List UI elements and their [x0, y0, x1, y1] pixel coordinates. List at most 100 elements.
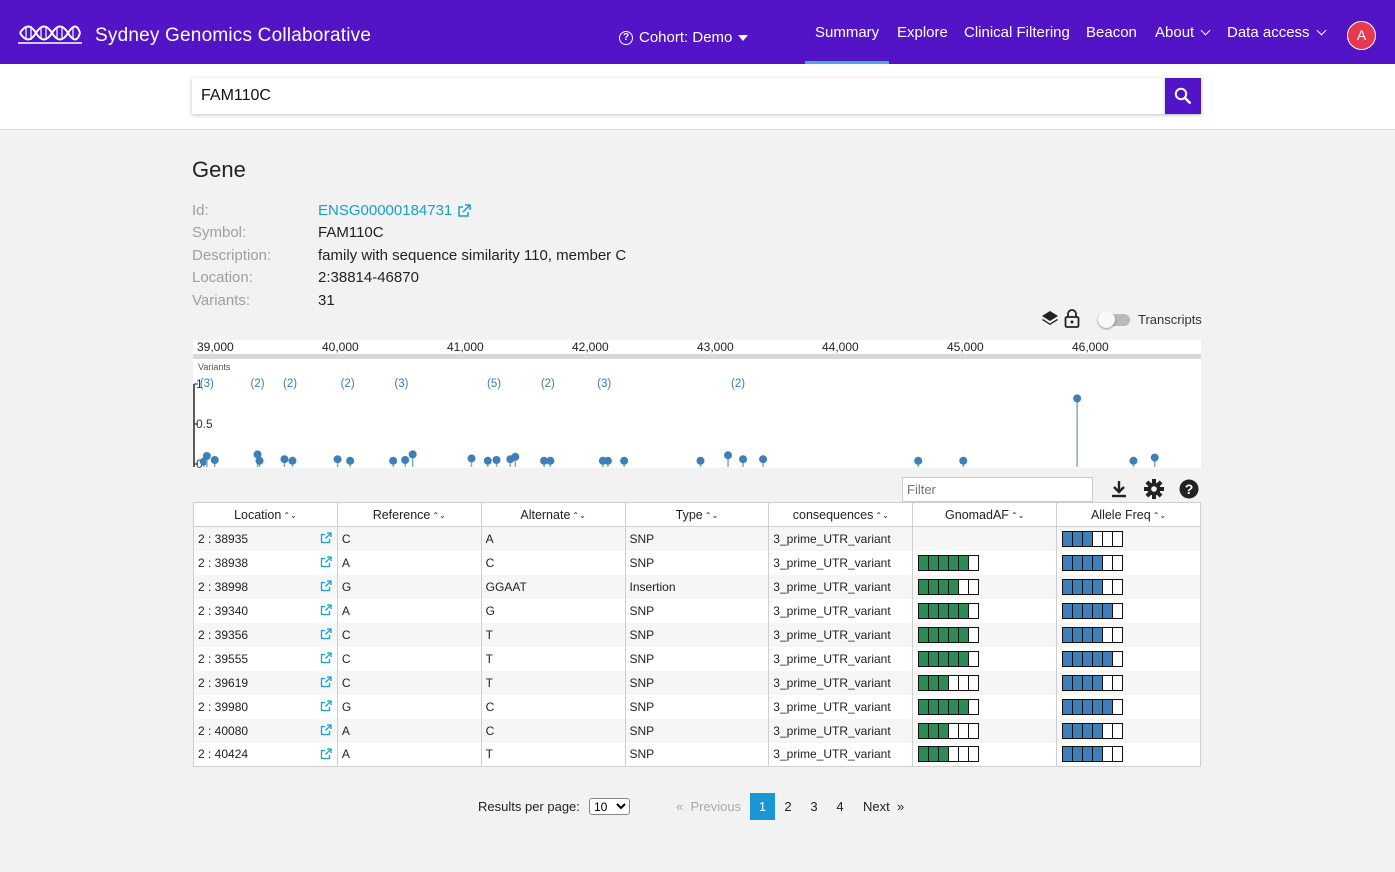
gene-id-link[interactable]: ENSG00000184731	[318, 202, 472, 219]
allele-freq-bar-meter	[1062, 698, 1200, 715]
nav-beacon[interactable]: Beacon	[1086, 0, 1137, 64]
location-link[interactable]: 2 : 38938	[198, 556, 248, 570]
table-row[interactable]: 2 : 39619 C T SNP 3_prime_UTR_variant	[193, 670, 1201, 695]
col-header-consequences[interactable]: consequences ⌃⌄	[768, 502, 914, 527]
location-link[interactable]: 2 : 39356	[198, 628, 248, 642]
download-icon[interactable]	[1108, 478, 1130, 500]
transcripts-toggle[interactable]	[1098, 311, 1130, 328]
external-link-icon[interactable]	[320, 675, 332, 688]
col-header-alternate[interactable]: Alternate ⌃⌄	[480, 502, 626, 527]
external-link-icon[interactable]	[320, 699, 332, 712]
location-link[interactable]: 2 : 39980	[198, 700, 248, 714]
location-link[interactable]: 2 : 40424	[198, 747, 248, 761]
gnomadaf-cell	[912, 574, 1058, 599]
reference-cell: A	[336, 550, 482, 575]
help-icon[interactable]: ?	[1178, 478, 1200, 500]
col-header-gnomadaf[interactable]: GnomadAF ⌃⌄	[912, 502, 1058, 527]
consequence-cell: 3_prime_UTR_variant	[768, 598, 914, 623]
cluster-count-label: (2)	[541, 378, 555, 390]
allele-freq-cell	[1056, 718, 1201, 743]
external-link-icon[interactable]	[320, 747, 332, 760]
consequence-cell: 3_prime_UTR_variant	[768, 646, 914, 671]
variant-track[interactable]: 39,000 40,000 41,000 42,000 43,000 44,000 45,0…	[193, 340, 1201, 471]
search-button[interactable]	[1165, 78, 1201, 114]
cluster-count-label: (2)	[283, 378, 297, 390]
table-row[interactable]: 2 : 39340 A G SNP 3_prime_UTR_variant	[193, 598, 1201, 623]
col-header-reference[interactable]: Reference ⌃⌄	[336, 502, 482, 527]
col-header-location[interactable]: Location ⌃⌄	[193, 502, 338, 527]
lock-open-icon[interactable]	[1064, 309, 1080, 328]
user-avatar[interactable]: A	[1347, 21, 1376, 50]
dna-logo-icon[interactable]	[18, 20, 82, 46]
panel-label: Variants	[198, 362, 231, 372]
location-link[interactable]: 2 : 39555	[198, 652, 248, 666]
chevron-down-icon	[1200, 25, 1211, 35]
page-1[interactable]: 1	[750, 793, 775, 820]
location-link[interactable]: 2 : 39619	[198, 676, 248, 690]
table-row[interactable]: 2 : 38998 G GGAAT Insertion 3_prime_UTR_vari…	[193, 574, 1201, 599]
brand-title[interactable]: Sydney Genomics Collaborative	[95, 25, 371, 47]
cluster-count-label: (2)	[341, 378, 355, 390]
description-value: family with sequence similarity 110, mem…	[318, 247, 627, 264]
cohort-label: Cohort: Demo	[639, 29, 733, 46]
allele-freq-bar-meter	[1062, 674, 1200, 691]
sort-icon: ⌃⌄	[875, 510, 889, 520]
page-3[interactable]: 3	[807, 793, 821, 820]
gear-icon[interactable]	[1143, 478, 1165, 500]
gnomadaf-cell	[912, 598, 1058, 623]
axis-tick-label: 46,000	[1072, 340, 1109, 354]
alternate-cell: T	[480, 646, 626, 671]
gnomad-bar-meter	[918, 722, 1056, 739]
external-link-icon[interactable]	[320, 532, 332, 544]
allele-freq-bar-meter	[1062, 530, 1200, 547]
page-2[interactable]: 2	[781, 793, 795, 820]
external-link-icon[interactable]	[320, 603, 332, 616]
type-cell: SNP	[624, 742, 770, 767]
external-link-icon[interactable]	[320, 627, 332, 640]
axis-tick-label: 43,000	[697, 340, 734, 354]
pagination-next[interactable]: Next »	[863, 793, 904, 820]
type-cell: SNP	[624, 646, 770, 671]
external-link-icon[interactable]	[320, 651, 332, 664]
gene-search-input[interactable]	[192, 78, 1166, 114]
location-cell: 2 : 39980	[193, 694, 338, 719]
col-header-allele-freq[interactable]: Allele Freq ⌃⌄	[1056, 502, 1201, 527]
external-link-icon[interactable]	[320, 579, 332, 592]
nav-explore[interactable]: Explore	[897, 0, 948, 64]
table-row[interactable]: 2 : 38938 A C SNP 3_prime_UTR_variant	[193, 550, 1201, 575]
table-row[interactable]: 2 : 40080 A C SNP 3_prime_UTR_variant	[193, 718, 1201, 743]
external-link-icon[interactable]	[320, 723, 332, 736]
variant-point	[408, 450, 417, 459]
type-cell: SNP	[624, 670, 770, 695]
location-link[interactable]: 2 : 40080	[198, 724, 248, 738]
table-row[interactable]: 2 : 38935 C A SNP 3_prime_UTR_variant	[193, 526, 1201, 551]
gnomad-bar-meter	[918, 698, 1056, 715]
reference-cell: C	[336, 670, 482, 695]
table-row[interactable]: 2 : 40424 A T SNP 3_prime_UTR_variant	[193, 742, 1201, 767]
type-cell: SNP	[624, 526, 770, 551]
location-link[interactable]: 2 : 38935	[198, 532, 248, 546]
external-link-icon[interactable]	[320, 555, 332, 568]
pagination-previous[interactable]: « Previous	[676, 793, 741, 820]
layers-icon[interactable]	[1041, 310, 1059, 328]
results-per-page-select[interactable]: 10	[589, 798, 630, 815]
nav-data-access[interactable]: Data access	[1227, 0, 1326, 64]
nav-summary[interactable]: Summary	[804, 0, 890, 64]
location-link[interactable]: 2 : 38998	[198, 580, 248, 594]
variant-point	[467, 454, 476, 463]
table-row[interactable]: 2 : 39555 C T SNP 3_prime_UTR_variant	[193, 646, 1201, 671]
table-row[interactable]: 2 : 39356 C T SNP 3_prime_UTR_variant	[193, 622, 1201, 647]
variant-point	[389, 456, 398, 465]
nav-clinical-filtering[interactable]: Clinical Filtering	[964, 0, 1070, 64]
type-cell: SNP	[624, 718, 770, 743]
location-link[interactable]: 2 : 39340	[198, 604, 248, 618]
variant-point	[546, 456, 555, 465]
table-row[interactable]: 2 : 39980 G C SNP 3_prime_UTR_variant	[193, 694, 1201, 719]
filter-input[interactable]	[902, 477, 1093, 502]
col-header-type[interactable]: Type ⌃⌄	[624, 502, 770, 527]
symbol-value: FAM110C	[318, 224, 384, 241]
page-4[interactable]: 4	[833, 793, 847, 820]
alternate-cell: T	[480, 670, 626, 695]
cohort-selector[interactable]: ? Cohort: Demo	[619, 29, 749, 46]
nav-about[interactable]: About	[1155, 0, 1211, 64]
